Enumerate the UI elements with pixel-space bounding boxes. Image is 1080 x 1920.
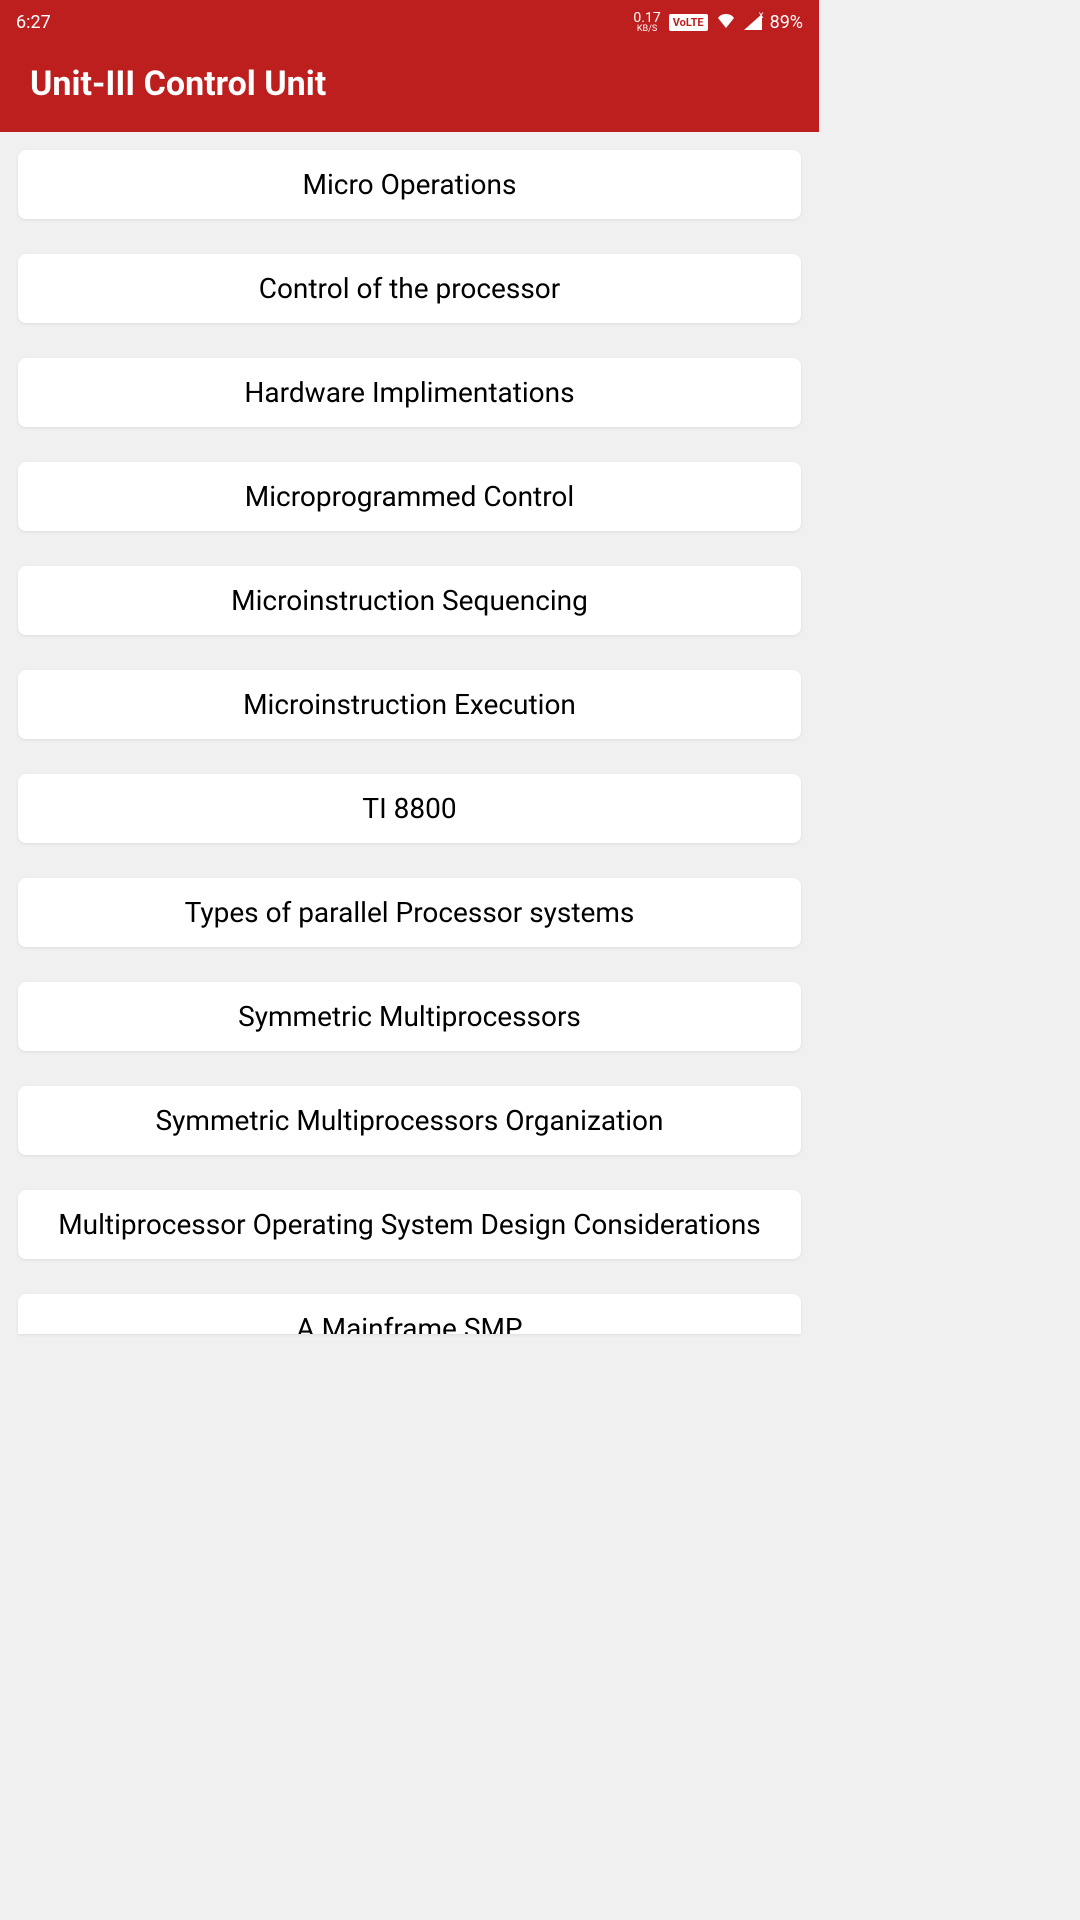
topic-item[interactable]: Microprogrammed Control [18,462,801,531]
topic-item[interactable]: A Mainframe SMP [18,1294,801,1334]
topic-item[interactable]: Symmetric Multiprocessors Organization [18,1086,801,1155]
topic-item[interactable]: Micro Operations [18,150,801,219]
topic-item[interactable]: Hardware Implimentations [18,358,801,427]
volte-badge: VoLTE [669,14,708,31]
topic-item[interactable]: Microinstruction Sequencing [18,566,801,635]
topic-item[interactable]: Multiprocessor Operating System Design C… [18,1190,801,1259]
wifi-icon [716,12,736,33]
data-rate-indicator: 0.17 KB/S [633,11,660,34]
status-indicators: 0.17 KB/S VoLTE x 89% [633,11,803,34]
topic-item[interactable]: Control of the processor [18,254,801,323]
topic-item[interactable]: Microinstruction Execution [18,670,801,739]
signal-icon: x [744,14,762,30]
status-bar: 6:27 0.17 KB/S VoLTE x 89% [0,0,819,44]
battery-percent: 89% [770,12,803,33]
status-time: 6:27 [16,12,51,33]
topic-item[interactable]: TI 8800 [18,774,801,843]
topic-item[interactable]: Symmetric Multiprocessors [18,982,801,1051]
topic-list: Micro Operations Control of the processo… [0,132,819,1352]
topic-item[interactable]: Types of parallel Processor systems [18,878,801,947]
app-bar: Unit-III Control Unit [0,44,819,132]
page-title: Unit-III Control Unit [30,64,789,104]
